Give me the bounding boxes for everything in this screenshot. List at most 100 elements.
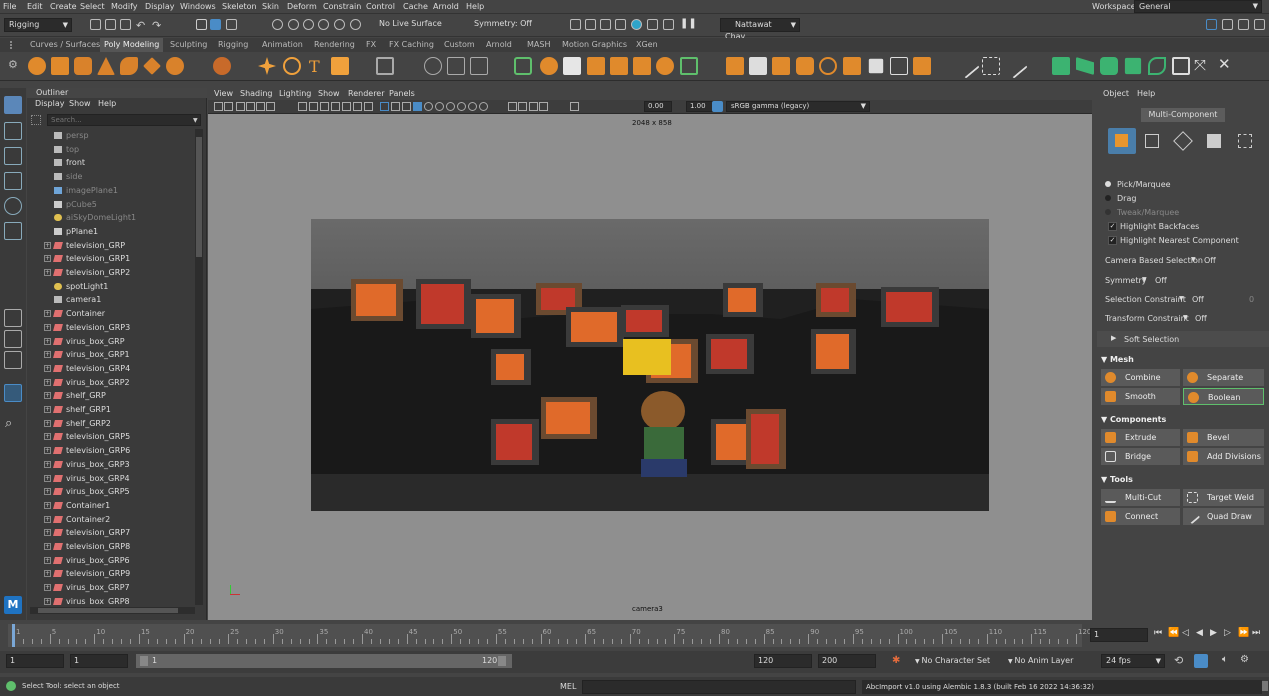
exposure-field[interactable]: 0.00 [644, 101, 672, 112]
live-surface-field[interactable]: No Live Surface [375, 18, 457, 32]
poly-plane-icon[interactable] [143, 57, 161, 75]
expand-icon[interactable]: + [44, 447, 51, 455]
2d-pan-icon[interactable] [256, 102, 265, 111]
add-divisions-button[interactable]: Add Divisions [1183, 448, 1264, 465]
highlight-backfaces-checkbox[interactable]: ✓ [1108, 222, 1117, 231]
outliner-item[interactable]: aiSkyDomeLight1 [27, 211, 195, 224]
new-scene-icon[interactable] [90, 19, 101, 30]
components-section-header[interactable]: ▼ Components [1101, 415, 1166, 424]
quadrangulate-icon[interactable] [913, 57, 931, 75]
outliner-layout-icon[interactable] [4, 384, 22, 402]
quad-draw-button[interactable]: Quad Draw [1183, 508, 1264, 525]
shelf-tab-rendering[interactable]: Rendering [314, 40, 355, 49]
channel-box-icon[interactable] [1254, 19, 1265, 30]
edge-loop-icon[interactable] [982, 57, 1000, 75]
grid-icon[interactable] [298, 102, 307, 111]
reduce-icon[interactable] [633, 57, 651, 75]
outliner-item[interactable]: + shelf_GRP2 [27, 417, 195, 430]
viewport-menu-shading[interactable]: Shading [240, 89, 273, 98]
symmetry-dropdown[interactable]: Symmetry: Off [470, 18, 552, 32]
tools-section-header[interactable]: ▼ Tools [1101, 475, 1133, 484]
render-current-icon[interactable] [585, 19, 596, 30]
redo-icon[interactable]: ↷ [152, 19, 161, 32]
outliner-item[interactable]: + Container2 [27, 513, 195, 526]
outliner-item[interactable]: top [27, 143, 195, 156]
outliner-item[interactable]: + virus_box_GRP6 [27, 554, 195, 567]
cleanup-icon[interactable] [1172, 57, 1190, 75]
gate-mask-icon[interactable] [331, 102, 340, 111]
shelf-tab-curves-surfaces[interactable]: Curves / Surfaces [30, 40, 100, 49]
outliner-item[interactable]: + virus_box_GRP5 [27, 485, 195, 498]
outliner-item[interactable]: + virus_box_GRP8 [27, 595, 195, 605]
expand-icon[interactable]: + [44, 515, 51, 523]
motion-blur-icon[interactable] [457, 102, 466, 111]
depth-of-field-icon[interactable] [479, 102, 488, 111]
shelf-tab-xgen[interactable]: XGen [636, 40, 658, 49]
platonic-solid-icon[interactable] [213, 57, 231, 75]
combine-active-icon[interactable] [514, 57, 532, 75]
extract-icon[interactable] [563, 57, 581, 75]
poly-cylinder-icon[interactable] [74, 57, 92, 75]
single-pane-layout-icon[interactable] [4, 309, 22, 327]
radio-pick-marquee[interactable] [1105, 181, 1111, 187]
selection-constraint-value[interactable]: Off [1192, 295, 1204, 304]
color-management-icon[interactable] [712, 101, 723, 112]
shelf-tab-custom[interactable]: Custom [444, 40, 475, 49]
poke-icon[interactable] [868, 58, 884, 74]
face-mode-icon[interactable] [1207, 134, 1221, 148]
radio-tweak-marquee[interactable] [1105, 209, 1111, 215]
gear-icon[interactable]: ⚙ [8, 58, 18, 71]
outliner-hscrollbar[interactable] [30, 607, 195, 614]
menu-display[interactable]: Display [145, 2, 175, 11]
multi-cut-button[interactable]: Multi-Cut [1101, 489, 1180, 506]
character-set-icon[interactable]: ✱ [892, 655, 900, 666]
outliner-item[interactable]: + television_GRP1 [27, 252, 195, 265]
snap-vertex-icon[interactable] [350, 19, 361, 30]
edge-mode-icon[interactable] [1173, 131, 1193, 151]
expand-icon[interactable]: + [44, 433, 51, 441]
scale-tool-icon[interactable] [4, 222, 22, 240]
outliner-vscrollbar[interactable] [195, 129, 203, 605]
camera-attr-icon[interactable] [224, 102, 233, 111]
shelf-tab-animation[interactable]: Animation [262, 40, 303, 49]
animation-start-field[interactable]: 1 [6, 654, 64, 668]
connect-button[interactable]: Connect [1101, 508, 1180, 525]
time-slider[interactable]: 1 5 10 15 20 25 30 35 40 45 50 55 60 65 70 75 80 85 90 95 10… [0, 620, 1269, 651]
isolate-select-icon[interactable] [508, 102, 517, 111]
menu-select[interactable]: Select [80, 2, 105, 11]
render-settings-icon[interactable] [615, 19, 626, 30]
target-weld-icon[interactable] [1002, 53, 1028, 79]
expand-icon[interactable]: + [44, 488, 51, 496]
shelf-tab-mash[interactable]: MASH [527, 40, 550, 49]
expand-icon[interactable]: + [44, 543, 51, 550]
expand-icon[interactable]: + [44, 406, 51, 413]
expand-icon[interactable]: + [44, 474, 51, 482]
camera-based-selection-value[interactable]: Off [1204, 256, 1216, 265]
expand-icon[interactable]: + [44, 351, 51, 359]
paint-select-tool-icon[interactable] [4, 147, 22, 165]
hypershade-icon[interactable] [631, 19, 642, 30]
chevron-down-icon[interactable]: ▼ [193, 117, 198, 124]
shelf-tab-fx[interactable]: FX [366, 40, 376, 49]
outliner-item[interactable]: + Container1 [27, 499, 195, 512]
xray-components-icon[interactable] [539, 102, 548, 111]
ipr-render-icon[interactable] [600, 19, 611, 30]
render-setup-icon[interactable] [647, 19, 658, 30]
bridge-button[interactable]: Bridge [1101, 448, 1180, 465]
svg-icon[interactable] [331, 57, 349, 75]
separate-icon[interactable] [540, 57, 558, 75]
current-time-marker[interactable] [12, 624, 15, 647]
light-editor-icon[interactable] [663, 19, 674, 30]
viewport-menu-lighting[interactable]: Lighting [279, 89, 311, 98]
bridge-active-icon[interactable] [680, 57, 698, 75]
menu-skeleton[interactable]: Skeleton [222, 2, 257, 11]
modeling-toolkit-icon[interactable] [1206, 19, 1217, 30]
outliner-item[interactable]: + virus_box_GRP1 [27, 348, 195, 361]
outliner-item[interactable]: + shelf_GRP1 [27, 403, 195, 416]
viewport-menu-show[interactable]: Show [318, 89, 340, 98]
expand-icon[interactable]: + [44, 584, 51, 592]
fill-hole-icon[interactable] [819, 57, 837, 75]
snap-surface-icon[interactable] [334, 19, 345, 30]
expand-icon[interactable]: + [44, 255, 51, 263]
expand-icon[interactable]: + [44, 419, 51, 427]
